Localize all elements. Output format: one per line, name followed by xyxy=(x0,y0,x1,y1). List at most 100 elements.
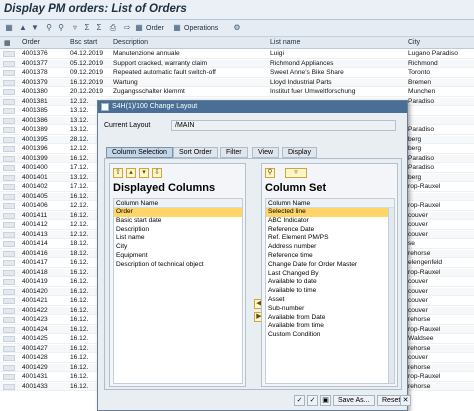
column-set-item[interactable]: Reference time xyxy=(266,252,394,261)
table-row[interactable]: 4001380 20.12.2019 Zugangsschalter klemmt I… xyxy=(0,88,474,97)
row-selector[interactable] xyxy=(3,383,15,390)
move-up-icon[interactable]: ▴ xyxy=(126,168,136,178)
filter-icon[interactable]: ▿ xyxy=(70,23,80,33)
row-selector[interactable] xyxy=(3,203,15,209)
row-selector[interactable] xyxy=(3,127,15,133)
column-set-item[interactable]: Last Changed By xyxy=(266,270,394,279)
row-selector[interactable] xyxy=(3,108,15,114)
row-selector[interactable] xyxy=(3,89,15,95)
search-icon[interactable]: ⚲ xyxy=(44,23,54,33)
row-selector[interactable] xyxy=(3,165,15,171)
column-set-item[interactable]: Ref. Element PM/PS xyxy=(266,234,394,243)
apply-icon[interactable]: ✓ xyxy=(307,395,318,406)
column-set-item[interactable]: Available to date xyxy=(266,278,394,287)
column-set-item[interactable]: Available from Date xyxy=(266,314,394,323)
column-set-item[interactable]: Custom Condition xyxy=(266,331,394,340)
col-list-name[interactable]: List name xyxy=(270,39,300,46)
column-set-search-icon[interactable]: ⚲ xyxy=(265,168,275,178)
column-set-item[interactable]: Sub-number xyxy=(266,305,394,314)
row-selector[interactable] xyxy=(3,355,15,361)
settings-icon[interactable]: ⚙ xyxy=(232,23,242,33)
row-selector[interactable] xyxy=(3,174,15,181)
row-selector[interactable] xyxy=(3,155,15,162)
move-bottom-icon[interactable]: ⇩ xyxy=(152,168,162,178)
displayed-column-item[interactable]: Equipment xyxy=(114,252,242,261)
row-selector[interactable] xyxy=(3,136,15,143)
displayed-column-item[interactable]: List name xyxy=(114,234,242,243)
row-selector[interactable] xyxy=(3,269,15,276)
column-set-item[interactable]: Asset xyxy=(266,296,394,305)
column-set-item[interactable]: Reference Date xyxy=(266,226,394,235)
move-top-icon[interactable]: ⇧ xyxy=(113,168,123,178)
row-selector[interactable] xyxy=(3,364,15,371)
print-icon[interactable]: ⎙ xyxy=(108,23,118,33)
tab-sort-order[interactable]: Sort Order xyxy=(173,147,218,158)
details-icon[interactable]: ▦ xyxy=(4,23,14,33)
displayed-column-item[interactable]: Order xyxy=(114,208,242,217)
layout-icon[interactable]: ▦ xyxy=(134,23,144,33)
row-selector[interactable] xyxy=(3,184,15,190)
col-city[interactable]: City xyxy=(408,39,420,46)
row-selector[interactable] xyxy=(3,212,15,219)
row-selector[interactable] xyxy=(3,193,15,200)
row-selector[interactable] xyxy=(3,374,15,380)
table-row[interactable]: 4001376 04.12.2019 Manutenzione annuale Lui… xyxy=(0,50,474,59)
column-set-item[interactable]: ABC Indicator xyxy=(266,217,394,226)
row-selector[interactable] xyxy=(3,336,15,342)
displayed-column-item[interactable]: City xyxy=(114,243,242,252)
column-set-scrollbar[interactable] xyxy=(388,208,394,383)
displayed-columns-header[interactable]: Column Name xyxy=(114,199,242,208)
operations-button[interactable]: Operations xyxy=(184,23,218,34)
row-selector[interactable] xyxy=(3,98,15,105)
cancel-icon[interactable]: ✕ xyxy=(400,395,411,406)
row-selector[interactable] xyxy=(3,241,15,247)
displayed-column-item[interactable]: Description of technical object xyxy=(114,261,242,270)
row-selector[interactable] xyxy=(3,250,15,257)
row-selector[interactable] xyxy=(3,231,15,238)
col-bsc-start[interactable]: Bsc start xyxy=(70,39,97,46)
search-next-icon[interactable]: ⚲ xyxy=(56,23,66,33)
current-layout-field[interactable]: /MAIN xyxy=(171,120,396,131)
move-down-icon[interactable]: ▾ xyxy=(139,168,149,178)
save-icon[interactable]: ▣ xyxy=(320,395,331,406)
row-selector[interactable] xyxy=(3,60,15,67)
order-button[interactable]: Order xyxy=(146,23,164,34)
column-set-item[interactable]: Available from time xyxy=(266,322,394,331)
column-set-header[interactable]: Column Name xyxy=(266,199,394,208)
column-set-item[interactable]: Selected line xyxy=(266,208,394,217)
column-set-item[interactable]: Change Date for Order Master xyxy=(266,261,394,270)
row-selector[interactable] xyxy=(3,279,15,285)
table-row[interactable]: 4001379 16.12.2019 Wartung Lloyd Industrial… xyxy=(0,78,474,88)
tab-column-selection[interactable]: Column Selection xyxy=(106,147,173,158)
row-selector[interactable] xyxy=(3,117,15,124)
col-description[interactable]: Description xyxy=(113,39,148,46)
row-selector[interactable] xyxy=(3,326,15,333)
displayed-column-item[interactable]: Description xyxy=(114,226,242,235)
row-selector[interactable] xyxy=(3,298,15,304)
sort-ascending-icon[interactable]: ▲ xyxy=(18,23,28,33)
row-selector[interactable] xyxy=(3,317,15,323)
subtotal-icon[interactable]: Σ xyxy=(94,23,104,33)
row-selector[interactable] xyxy=(3,51,15,57)
column-set-item[interactable]: Available to time xyxy=(266,287,394,296)
tab-display[interactable]: Display xyxy=(282,147,317,158)
tab-filter[interactable]: Filter xyxy=(220,147,248,158)
export-icon[interactable]: ⇨ xyxy=(122,23,132,33)
row-selector[interactable] xyxy=(3,222,15,228)
row-selector[interactable] xyxy=(3,307,15,314)
row-selector[interactable] xyxy=(3,345,15,352)
confirm-icon[interactable]: ✓ xyxy=(294,395,305,406)
row-selector[interactable] xyxy=(3,79,15,86)
tab-view[interactable]: View xyxy=(252,147,280,158)
sort-descending-icon[interactable]: ▼ xyxy=(30,23,40,33)
total-icon[interactable]: Σ xyxy=(82,23,92,33)
displayed-column-item[interactable]: Basic start date xyxy=(114,217,242,226)
column-set-filter-icon[interactable]: ▿ xyxy=(285,168,307,178)
save-as-button[interactable]: Save As... xyxy=(333,395,375,406)
select-all-icon[interactable]: ▦ xyxy=(4,39,11,47)
row-selector[interactable] xyxy=(3,288,15,295)
table-row[interactable]: 4001378 09.12.2019 Repeated automatic faul… xyxy=(0,69,474,78)
column-set-item[interactable]: Address number xyxy=(266,243,394,252)
row-selector[interactable] xyxy=(3,70,15,76)
row-selector[interactable] xyxy=(3,260,15,266)
